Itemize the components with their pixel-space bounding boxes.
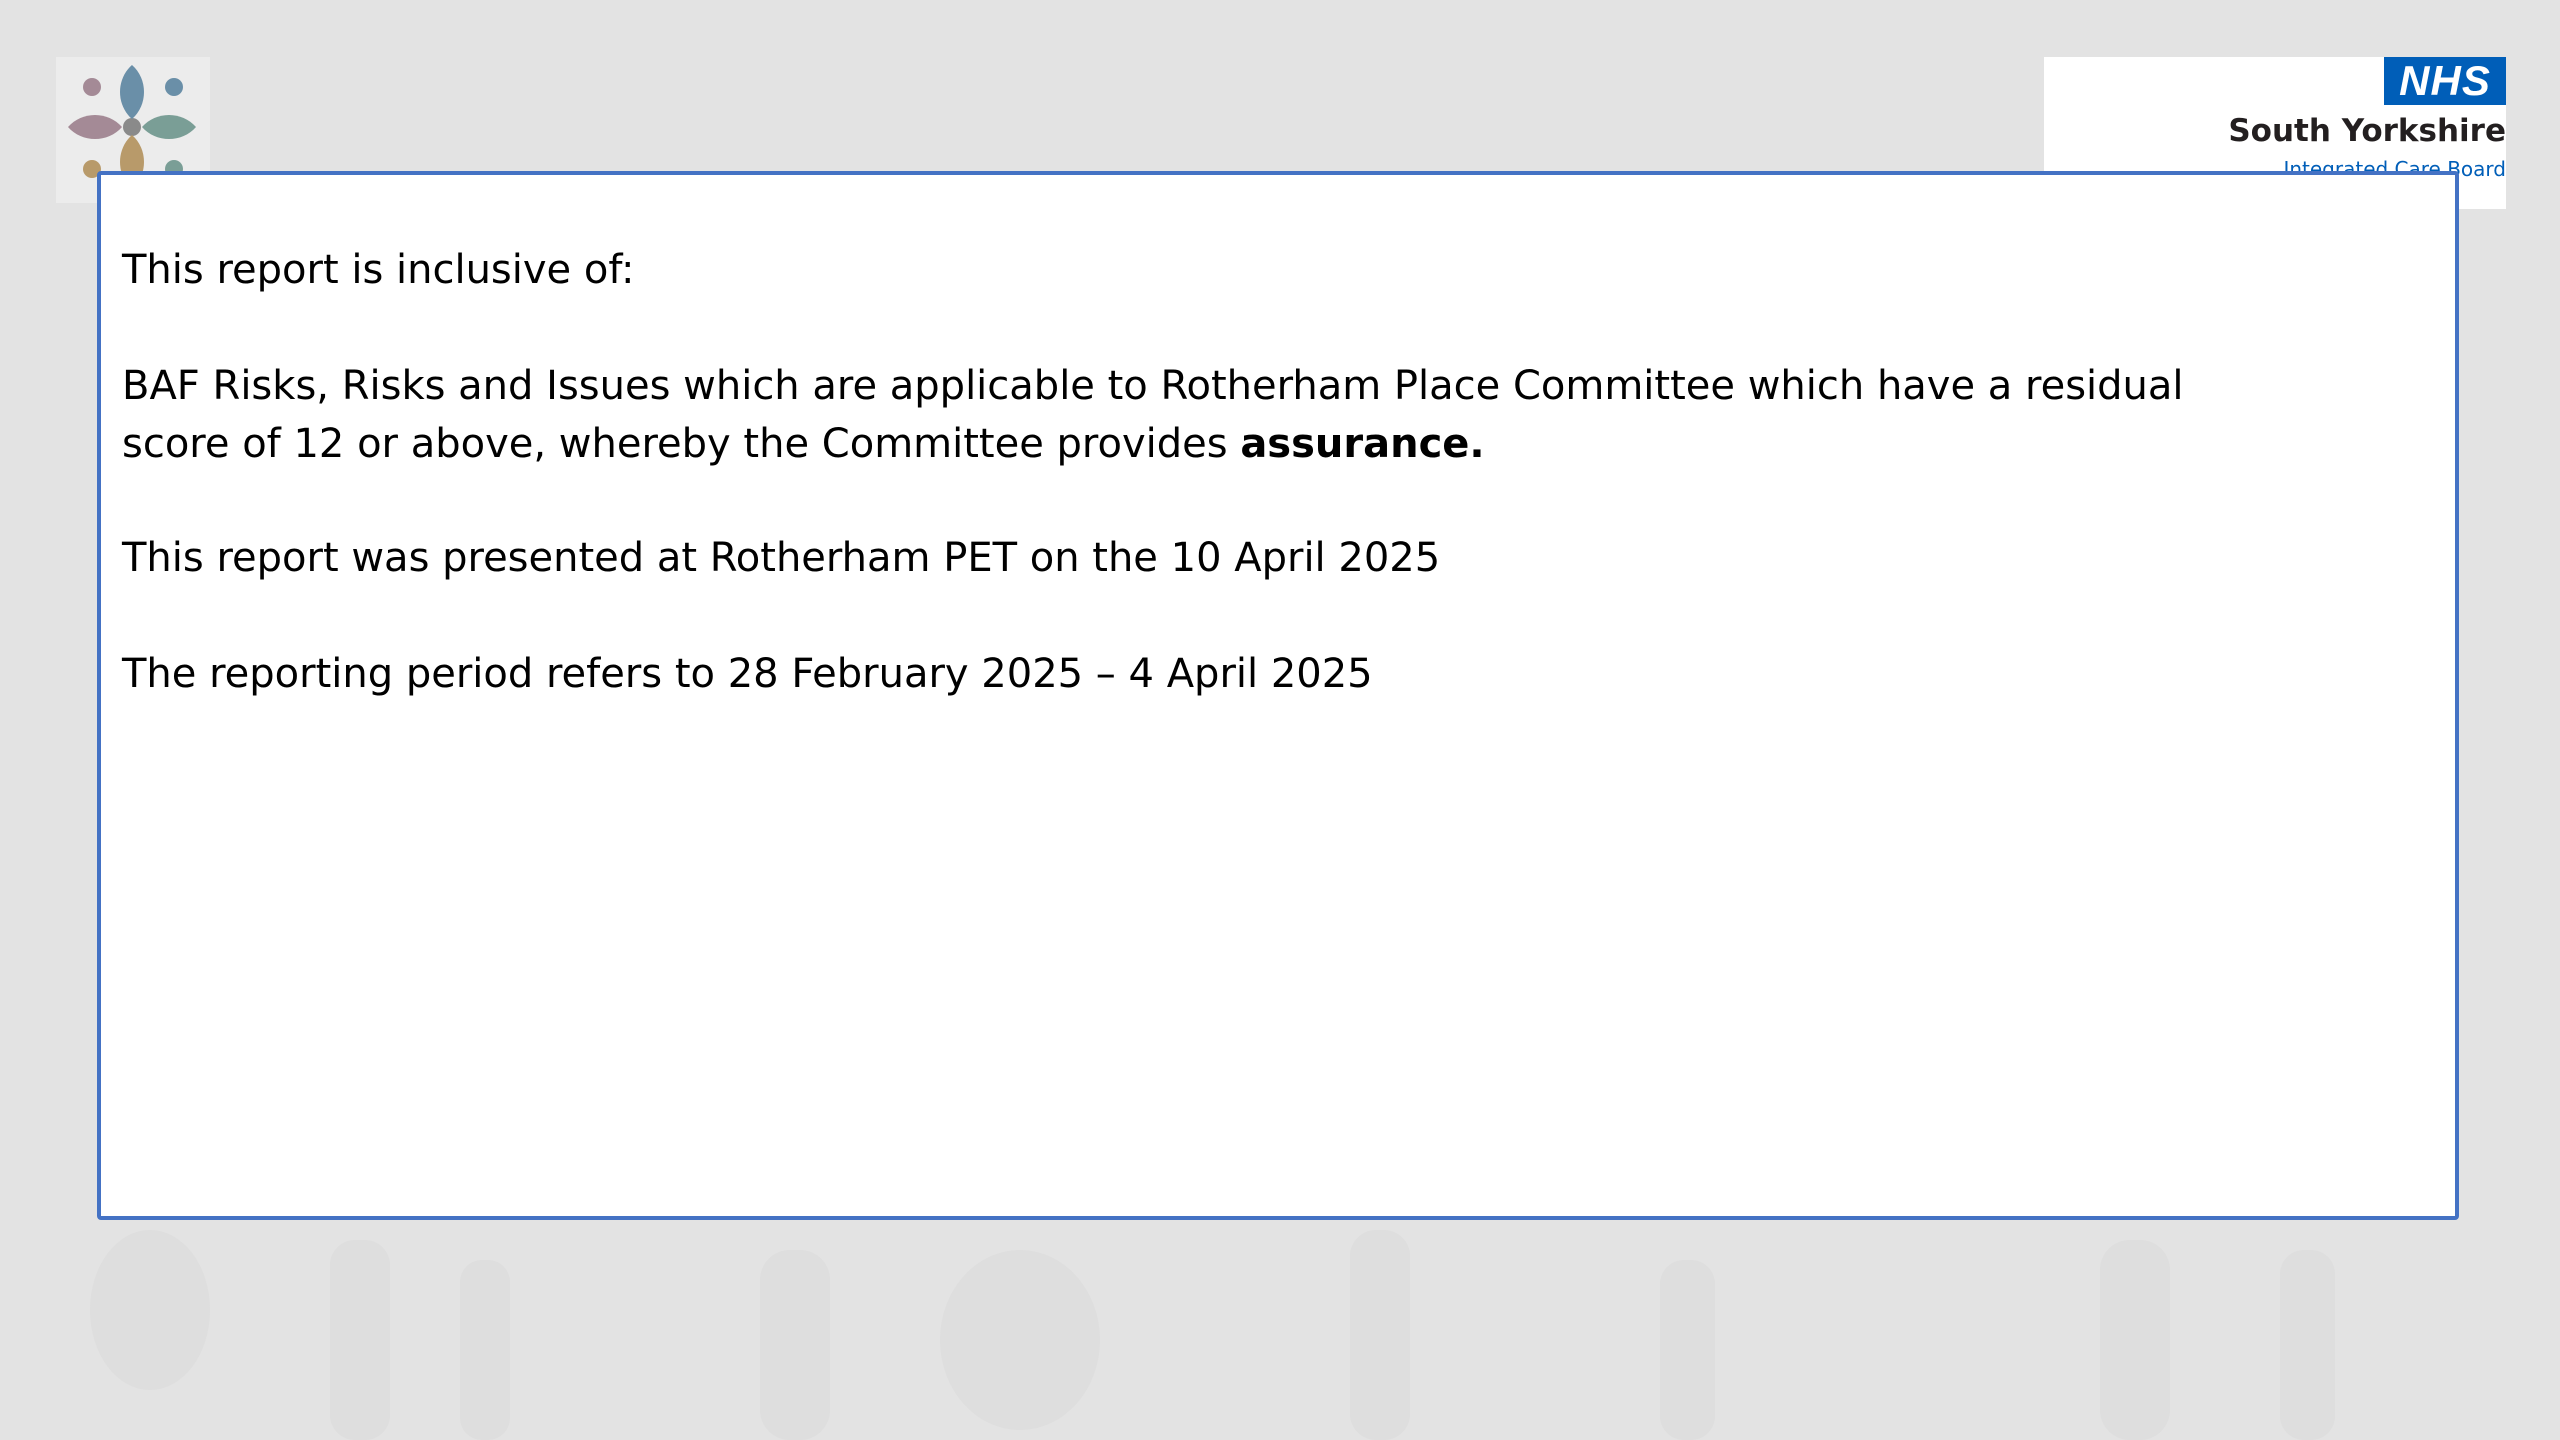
scope-emphasis: assurance. (1240, 421, 1485, 467)
slide: NHS South Yorkshire Integrated Care Boar… (0, 0, 2560, 1440)
presented-text: This report was presented at Rotherham P… (122, 535, 1441, 581)
intro-text: This report is inclusive of: (122, 247, 635, 293)
people-silhouettes-background (90, 1230, 2335, 1440)
scope-paragraph: BAF Risks, Risks and Issues which are ap… (122, 357, 2302, 473)
reporting-period-text: The reporting period refers to 28 Februa… (122, 651, 1373, 697)
scope-text: BAF Risks, Risks and Issues which are ap… (122, 363, 2184, 467)
nhs-badge: NHS (2384, 57, 2506, 105)
org-name: South Yorkshire (2228, 113, 2506, 149)
